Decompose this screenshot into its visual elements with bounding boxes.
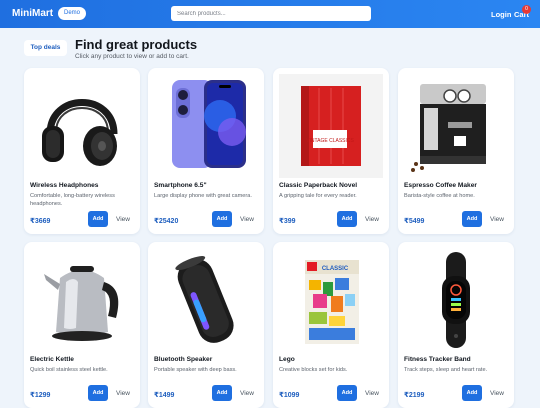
add-to-cart-button[interactable]: Add <box>462 385 482 401</box>
headphones-image <box>30 74 134 178</box>
product-description: Quick boil stainless steel kettle. <box>30 367 108 373</box>
product-card-smartphone[interactable]: Smartphone 6.5" Large display phone with… <box>148 68 264 234</box>
search-input[interactable] <box>171 6 371 21</box>
add-to-cart-button[interactable]: Add <box>212 385 232 401</box>
cart-count-badge: 0 <box>522 5 531 14</box>
product-description: Barista-style coffee at home. <box>404 193 475 199</box>
book-image: VINTAGE CLASSICS <box>279 74 383 178</box>
coffee-maker-image <box>404 74 508 178</box>
product-name[interactable]: Smartphone 6.5" <box>154 182 207 189</box>
view-button[interactable]: View <box>111 211 135 227</box>
product-card-fitness-band[interactable]: Fitness Tracker Band Track steps, sleep … <box>398 242 514 408</box>
page-subtitle: Click any product to view or add to cart… <box>75 53 189 60</box>
product-name[interactable]: Fitness Tracker Band <box>404 356 471 363</box>
brand-logo[interactable]: MiniMart <box>12 8 53 19</box>
product-description: Creative blocks set for kids. <box>279 367 348 373</box>
add-to-cart-button[interactable]: Add <box>88 211 108 227</box>
view-button[interactable]: View <box>360 211 384 227</box>
product-name[interactable]: Lego <box>279 356 295 363</box>
view-button[interactable]: View <box>360 385 384 401</box>
add-to-cart-button[interactable]: Add <box>337 385 357 401</box>
lego-box-text: CLASSIC <box>322 266 349 272</box>
smartphone-image <box>154 74 258 178</box>
kettle-image <box>30 248 134 352</box>
view-button[interactable]: View <box>235 385 259 401</box>
speaker-image <box>154 248 258 352</box>
view-button[interactable]: View <box>485 211 509 227</box>
product-description: Large display phone with great camera. <box>154 193 252 199</box>
product-card-coffee-maker[interactable]: Espresso Coffee Maker Barista-style coff… <box>398 68 514 234</box>
add-to-cart-button[interactable]: Add <box>212 211 232 227</box>
product-card-headphones[interactable]: Wireless Headphones Comfortable, long-ba… <box>24 68 140 234</box>
product-description: Comfortable, long-battery wireless headp… <box>30 193 115 207</box>
view-button[interactable]: View <box>111 385 135 401</box>
page-title: Find great products <box>75 37 198 52</box>
product-card-novel[interactable]: VINTAGE CLASSICS Classic Paperback Novel… <box>273 68 389 234</box>
product-description: Track steps, sleep and heart rate. <box>404 367 488 373</box>
add-to-cart-button[interactable]: Add <box>337 211 357 227</box>
add-to-cart-button[interactable]: Add <box>462 211 482 227</box>
book-cover-text: VINTAGE CLASSICS <box>306 138 354 144</box>
product-price: ₹2199 <box>404 392 425 399</box>
product-price: ₹25420 <box>154 218 179 225</box>
product-price: ₹1299 <box>30 392 51 399</box>
product-card-speaker[interactable]: Bluetooth Speaker Portable speaker with … <box>148 242 264 408</box>
product-price: ₹399 <box>279 218 296 225</box>
product-name[interactable]: Electric Kettle <box>30 356 74 363</box>
product-name[interactable]: Bluetooth Speaker <box>154 356 212 363</box>
product-name[interactable]: Classic Paperback Novel <box>279 182 357 189</box>
view-button[interactable]: View <box>235 211 259 227</box>
add-to-cart-button[interactable]: Add <box>88 385 108 401</box>
demo-badge: Demo <box>58 7 87 20</box>
product-name[interactable]: Espresso Coffee Maker <box>404 182 477 189</box>
product-price: ₹1499 <box>154 392 175 399</box>
login-link[interactable]: Login <box>491 10 511 19</box>
product-description: Portable speaker with deep bass. <box>154 367 237 373</box>
product-card-kettle[interactable]: Electric Kettle Quick boil stainless ste… <box>24 242 140 408</box>
top-deals-tag[interactable]: Top deals <box>24 40 67 56</box>
view-button[interactable]: View <box>485 385 509 401</box>
product-price: ₹1099 <box>279 392 300 399</box>
product-name[interactable]: Wireless Headphones <box>30 182 98 189</box>
top-navbar: MiniMart Demo Login Cart 0 <box>0 0 540 28</box>
lego-box-image: CLASSIC <box>279 248 383 352</box>
fitness-band-image <box>404 248 508 352</box>
product-price: ₹5499 <box>404 218 425 225</box>
product-price: ₹3669 <box>30 218 51 225</box>
product-card-lego[interactable]: CLASSIC Lego Creative blocks set for kid… <box>273 242 389 408</box>
product-description: A gripping tale for every reader. <box>279 193 357 199</box>
